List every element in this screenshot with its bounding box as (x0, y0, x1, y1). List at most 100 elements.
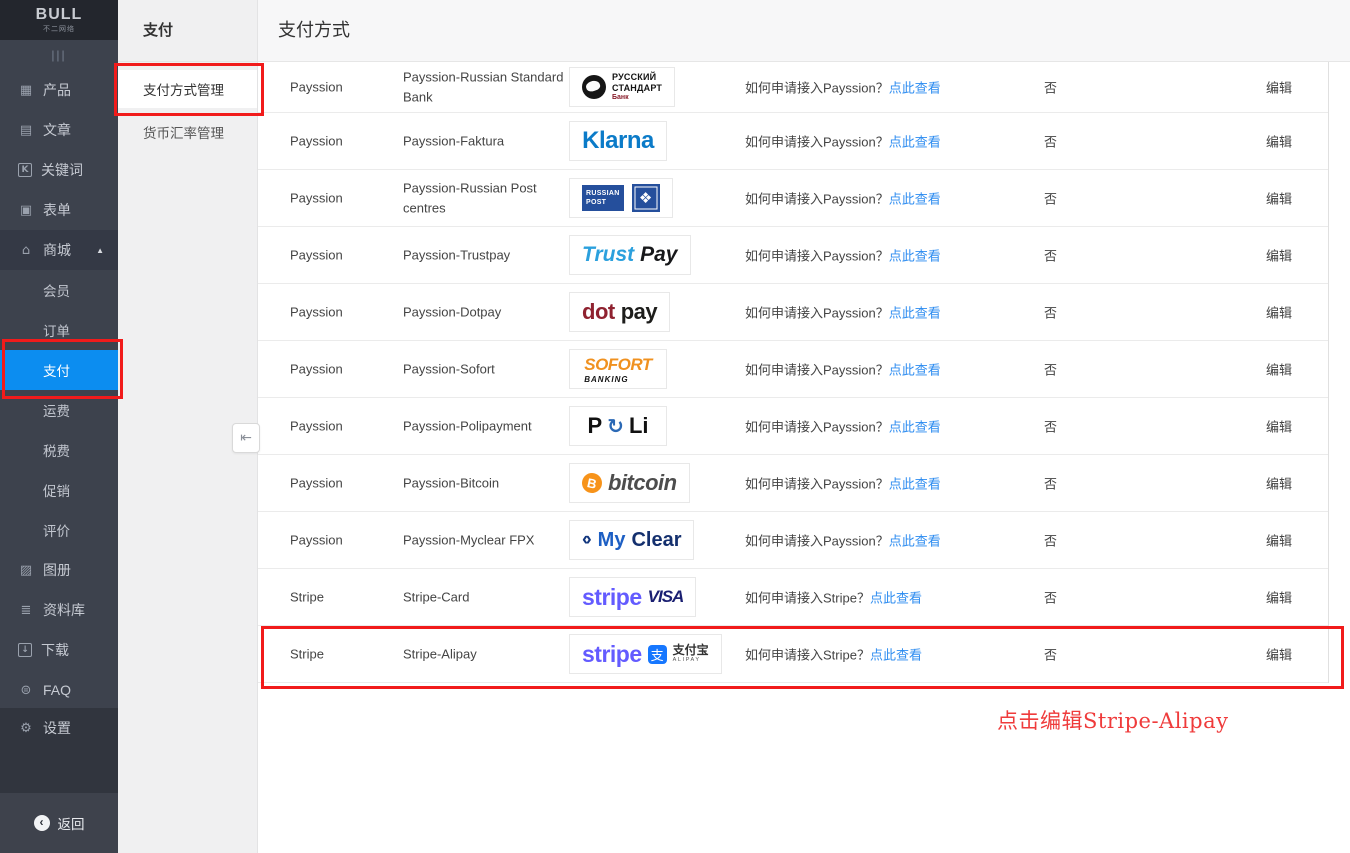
cell-help: 如何申请接入Payssion？点此查看 (745, 360, 941, 379)
edit-link[interactable]: 编辑 (1266, 531, 1292, 550)
sidebar-subitem-orders[interactable]: 订单 (0, 310, 118, 350)
sidebar: BULL 不二网络 ||| ▦产品▤文章K关键词▣表单⌂商城▲会员订单支付运费税… (0, 0, 118, 853)
sidebar-item-products[interactable]: ▦产品 (0, 70, 118, 110)
help-text: 如何申请接入Stripe？ (745, 648, 870, 663)
sidebar-subitem-shipping[interactable]: 运费 (0, 390, 118, 430)
russian-post-logo: RUSSIANPOST❖ (569, 178, 673, 218)
sidebar-subitem-members[interactable]: 会员 (0, 270, 118, 310)
table-row: StripeStripe-CardstripeVISA如何申请接入Stripe？… (258, 569, 1328, 626)
help-link[interactable]: 点此查看 (889, 135, 941, 150)
logo-part: Li (629, 413, 649, 439)
cell-method-name: Payssion-Polipayment (403, 416, 568, 436)
help-link[interactable]: 点此查看 (889, 192, 941, 207)
sidebar-item-label: 关键词 (41, 160, 83, 180)
logo-part: stripe (582, 641, 642, 668)
cell-provider: Stripe (290, 590, 324, 605)
sidebar-item-faq[interactable]: ⊜ FAQ (0, 670, 118, 710)
sidebar-item-mall[interactable]: ⌂商城▲ (0, 230, 118, 270)
stripe-alipay-logo: stripe 支支付宝ALIPAY (569, 634, 722, 674)
help-link[interactable]: 点此查看 (889, 420, 941, 435)
cell-enabled-status: 否 (1044, 588, 1057, 607)
help-link[interactable]: 点此查看 (870, 591, 922, 606)
download-icon: ↓ (18, 643, 32, 657)
sidebar-subitem-promotion[interactable]: 促销 (0, 470, 118, 510)
help-link[interactable]: 点此查看 (889, 249, 941, 264)
gear-icon: ⚙ (18, 721, 34, 736)
sidebar-subitem-reviews[interactable]: 评价 (0, 510, 118, 550)
edit-link[interactable]: 编辑 (1266, 246, 1292, 265)
back-button[interactable]: ‹ 返回 (0, 793, 118, 853)
sidebar-item-albums[interactable]: ▨图册 (0, 550, 118, 590)
panel-collapse-button[interactable]: ⇤ (232, 423, 260, 453)
cell-help: 如何申请接入Payssion？点此查看 (745, 474, 941, 493)
sidebar-nav: ▦产品▤文章K关键词▣表单⌂商城▲会员订单支付运费税费促销评价▨图册≣资料库 ↓ 下… (0, 70, 118, 710)
sidebar-item-label: 表单 (43, 200, 71, 220)
help-text: 如何申请接入Payssion？ (745, 81, 889, 96)
document-icon: ▤ (18, 123, 34, 138)
sidebar-item-settings[interactable]: ⚙设置 (0, 708, 118, 748)
edit-link[interactable]: 编辑 (1266, 645, 1292, 664)
sidebar-subitem-payment[interactable]: 支付 (0, 350, 118, 390)
edit-link[interactable]: 编辑 (1266, 417, 1292, 436)
table-row: PayssionPayssion-PolipaymentP↻Li如何申请接入Pa… (258, 398, 1328, 455)
help-text: 如何申请接入Payssion？ (745, 306, 889, 321)
edit-link[interactable]: 编辑 (1266, 132, 1292, 151)
help-link[interactable]: 点此查看 (889, 306, 941, 321)
panel-items: 支付方式管理货币汇率管理 (118, 70, 257, 150)
help-link[interactable]: 点此查看 (889, 363, 941, 378)
logo-part: 支 (648, 645, 667, 664)
chevron-up-icon: ▲ (96, 246, 104, 255)
edit-link[interactable]: 编辑 (1266, 78, 1292, 97)
cell-help: 如何申请接入Stripe？点此查看 (745, 588, 922, 607)
back-label: 返回 (58, 813, 85, 833)
edit-link[interactable]: 编辑 (1266, 189, 1292, 208)
logo-part-group: 支付宝ALIPAY (673, 644, 709, 664)
edit-link[interactable]: 编辑 (1266, 360, 1292, 379)
logo-part: Klarna (582, 127, 654, 155)
payment-methods-table: PayssionPayssion-Russian Standard BankРУ… (258, 62, 1329, 683)
sidebar-item-label: FAQ (43, 682, 71, 698)
cell-enabled-status: 否 (1044, 189, 1057, 208)
cell-enabled-status: 否 (1044, 531, 1057, 550)
help-link[interactable]: 点此查看 (889, 81, 941, 96)
logo-part (582, 75, 606, 99)
logo-part: Pay (640, 243, 677, 267)
stripe-visa-logo: stripeVISA (569, 577, 696, 617)
edit-link[interactable]: 编辑 (1266, 588, 1292, 607)
sidebar-collapse-icon[interactable]: ||| (0, 40, 118, 70)
speech-bubble-icon: ⊜ (18, 683, 34, 698)
cell-provider: Payssion (290, 305, 343, 320)
sidebar-item-downloads[interactable]: ↓ 下载 (0, 630, 118, 670)
help-link[interactable]: 点此查看 (889, 534, 941, 549)
cell-method-name: Payssion-Faktura (403, 131, 568, 151)
sidebar-item-keywords[interactable]: K关键词 (0, 150, 118, 190)
drawers-icon: ≣ (18, 603, 34, 618)
klarna-logo: Klarna (569, 121, 667, 161)
sidebar-subitem-tax[interactable]: 税费 (0, 430, 118, 470)
panel-item-0[interactable]: 支付方式管理 (118, 70, 257, 108)
help-link[interactable]: 点此查看 (870, 648, 922, 663)
cell-enabled-status: 否 (1044, 417, 1057, 436)
logo-part: B (580, 471, 604, 495)
logo-part: Банк (612, 94, 629, 102)
table-row: PayssionPayssion-Dotpaydotpay如何申请接入Payss… (258, 284, 1328, 341)
sidebar-item-forms[interactable]: ▣表单 (0, 190, 118, 230)
sidebar-item-library[interactable]: ≣资料库 (0, 590, 118, 630)
sidebar-item-label: 下载 (41, 640, 69, 660)
edit-link[interactable]: 编辑 (1266, 474, 1292, 493)
panel-item-1[interactable]: 货币汇率管理 (118, 114, 257, 150)
edit-link[interactable]: 编辑 (1266, 303, 1292, 322)
myclear-logo: ‹›MyClear (569, 520, 694, 560)
logo-part: RUSSIAN (586, 189, 620, 198)
help-link[interactable]: 点此查看 (889, 477, 941, 492)
logo-part: dot (582, 299, 615, 325)
logo-part: ❖ (632, 184, 660, 212)
cell-enabled-status: 否 (1044, 645, 1057, 664)
cell-provider: Payssion (290, 419, 343, 434)
cell-help: 如何申请接入Payssion？点此查看 (745, 417, 941, 436)
sidebar-item-articles[interactable]: ▤文章 (0, 110, 118, 150)
cell-method-name: Payssion-Bitcoin (403, 473, 568, 493)
dotpay-logo: dotpay (569, 292, 670, 332)
logo-part: bitcoin (608, 470, 677, 496)
cell-help: 如何申请接入Payssion？点此查看 (745, 303, 941, 322)
